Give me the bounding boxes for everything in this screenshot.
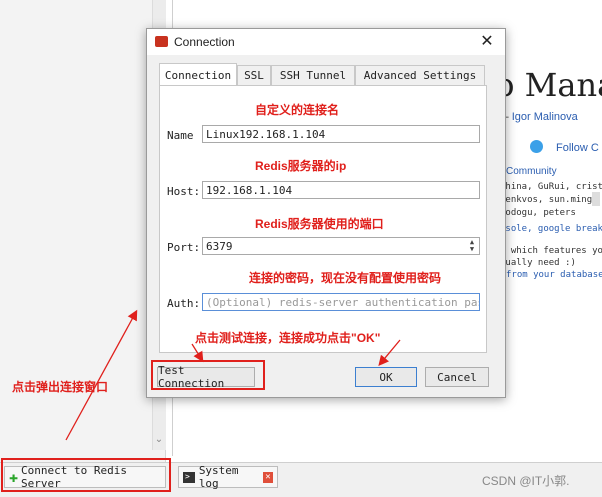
system-log-tab[interactable]: System log ✕ (178, 464, 278, 490)
tab-ssh-tunnel[interactable]: SSH Tunnel (271, 65, 355, 85)
name-input[interactable]: Linux192.168.1.104 (202, 125, 480, 143)
name-annotation: 自定义的连接名 (255, 103, 340, 117)
auth-label: Auth: (167, 297, 201, 310)
connection-dialog: Connection ✕ Connection SSL SSH Tunnel A… (146, 28, 506, 398)
watermark: CSDN @IT小郭. (482, 474, 570, 488)
connect-annotation: 点击弹出连接窗口 (12, 380, 109, 394)
close-icon[interactable]: ✕ (263, 471, 273, 483)
follow-link[interactable]: Follow C (556, 142, 599, 154)
cancel-button[interactable]: Cancel (425, 367, 489, 387)
info-line: k which features yo (500, 246, 602, 256)
host-label: Host: (167, 185, 201, 198)
tab-ssl[interactable]: SSL (237, 65, 271, 85)
auth-annotation: 连接的密码，现在没有配置使用密码 (249, 271, 442, 285)
connect-button-highlight (1, 458, 171, 492)
redis-icon (155, 36, 168, 47)
welcome-author: y – Igor Malinova (494, 111, 578, 123)
auth-input[interactable]: (Optional) redis-server authentication p… (202, 293, 480, 311)
system-log-label: System log (198, 464, 239, 490)
info-line: tually need :) (500, 258, 576, 268)
info-line: from your database (506, 270, 602, 280)
port-label: Port: (167, 241, 201, 254)
close-icon[interactable]: ✕ (477, 32, 497, 52)
twitter-icon[interactable] (530, 140, 543, 153)
test-button-highlight (151, 360, 265, 390)
tab-advanced-settings[interactable]: Advanced Settings (355, 65, 485, 85)
contributors-line: henkvos, sun.ming. (500, 195, 598, 205)
scroll-down-icon[interactable]: ⌄ (154, 434, 164, 446)
links-line[interactable]: nsole, google breakp (500, 224, 602, 234)
port-annotation: Redis服务器使用的端口 (255, 217, 384, 231)
contributors-line: china, GuRui, crist (500, 182, 602, 192)
test-annotation: 点击测试连接，连接成功点击"OK" (195, 331, 381, 345)
port-value: 6379 (206, 239, 233, 253)
tab-connection[interactable]: Connection (159, 63, 237, 86)
welcome-title: p Mana (494, 66, 602, 104)
port-input[interactable]: 6379 ▲ ▼ (202, 237, 480, 255)
ok-button[interactable]: OK (355, 367, 417, 387)
spinner-icon[interactable]: ▲ ▼ (467, 239, 477, 253)
host-input[interactable]: 192.168.1.104 (202, 181, 480, 199)
dialog-title: Connection (174, 35, 235, 49)
terminal-icon (183, 471, 195, 483)
author-link[interactable]: Igor Malinova (512, 111, 578, 123)
community-link[interactable]: Community (506, 166, 557, 177)
contributors-line: rodogu, peters (500, 208, 576, 218)
contributors-scrollbar[interactable] (592, 192, 600, 206)
name-label: Name (167, 129, 194, 142)
host-annotation: Redis服务器的ip (255, 159, 347, 173)
